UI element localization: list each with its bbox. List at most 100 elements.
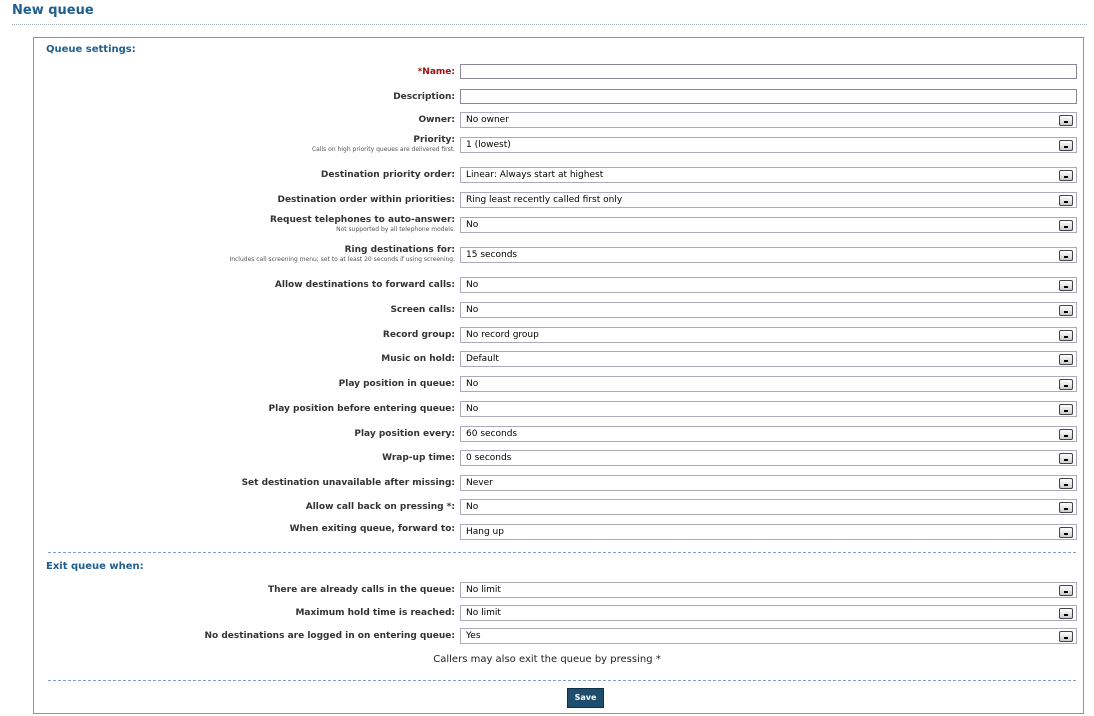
auto-answer-row: Request telephones to auto-answer: Not su… [0,215,1094,234]
play-position-every-row: Play position every: 60 seconds [0,426,1094,443]
exit-forward-select[interactable]: Hang up [460,524,1077,540]
play-position-every-label: Play position every: [354,429,455,439]
chevron-down-icon[interactable] [1059,354,1073,365]
call-back-value: No [466,502,479,512]
save-button[interactable]: Save [567,688,604,708]
chevron-down-icon[interactable] [1059,429,1073,440]
unavailable-after-label: Set destination unavailable after missin… [241,478,455,488]
allow-forward-value: No [466,280,479,290]
call-back-select[interactable]: No [460,499,1077,515]
chevron-down-icon[interactable] [1059,195,1073,206]
play-position-select[interactable]: No [460,376,1077,392]
section-divider [48,680,1076,681]
chevron-down-icon[interactable] [1059,453,1073,464]
chevron-down-icon[interactable] [1059,585,1073,596]
ring-for-select[interactable]: 15 seconds [460,247,1077,263]
calls-in-queue-label: There are already calls in the queue: [268,585,455,595]
max-hold-select[interactable]: No limit [460,605,1077,621]
play-position-before-select[interactable]: No [460,401,1077,417]
priority-label: Priority: [413,135,455,145]
chevron-down-icon[interactable] [1059,220,1073,231]
calls-in-queue-select[interactable]: No limit [460,582,1077,598]
chevron-down-icon[interactable] [1059,330,1073,341]
chevron-down-icon[interactable] [1059,170,1073,181]
max-hold-value: No limit [466,608,501,618]
chevron-down-icon[interactable] [1059,608,1073,619]
record-group-row: Record group: No record group [0,327,1094,344]
name-label: *Name: [417,67,455,77]
chevron-down-icon[interactable] [1059,379,1073,390]
screen-calls-label: Screen calls: [390,305,455,315]
allow-forward-row: Allow destinations to forward calls: No [0,277,1094,294]
chevron-down-icon[interactable] [1059,527,1073,538]
ring-for-hint: Includes call screening menu; set to at … [229,256,455,263]
wrap-up-label: Wrap-up time: [382,453,455,463]
chevron-down-icon[interactable] [1059,502,1073,513]
wrap-up-select[interactable]: 0 seconds [460,450,1077,466]
play-position-row: Play position in queue: No [0,376,1094,393]
page-title: New queue [12,3,94,18]
exit-forward-value: Hang up [466,527,504,537]
screen-calls-value: No [466,305,479,315]
exit-forward-row: When exiting queue, forward to: Hang up [0,523,1094,540]
destination-order-within-label: Destination order within priorities: [277,195,455,205]
call-back-row: Allow call back on pressing *: No [0,499,1094,516]
destination-order-within-value: Ring least recently called first only [466,195,623,205]
play-position-label: Play position in queue: [338,379,455,389]
auto-answer-hint: Not supported by all telephone models. [336,226,455,233]
play-position-before-row: Play position before entering queue: No [0,401,1094,418]
chevron-down-icon[interactable] [1059,305,1073,316]
play-position-value: No [466,379,479,389]
exit-queue-heading: Exit queue when: [46,561,144,572]
destination-order-within-select[interactable]: Ring least recently called first only [460,192,1077,208]
wrap-up-row: Wrap-up time: 0 seconds [0,450,1094,467]
chevron-down-icon[interactable] [1059,404,1073,415]
max-hold-row: Maximum hold time is reached: No limit [0,605,1094,622]
play-position-every-select[interactable]: 60 seconds [460,426,1077,442]
music-on-hold-value: Default [466,354,499,364]
call-back-label: Allow call back on pressing *: [305,502,455,512]
record-group-select[interactable]: No record group [460,327,1077,343]
screen-calls-row: Screen calls: No [0,302,1094,319]
music-on-hold-row: Music on hold: Default [0,351,1094,368]
no-destinations-value: Yes [466,631,481,641]
destination-order-within-row: Destination order within priorities: Rin… [0,192,1094,209]
chevron-down-icon[interactable] [1059,140,1073,151]
unavailable-after-row: Set destination unavailable after missin… [0,475,1094,492]
priority-row: Priority: Calls on high priority queues a… [0,135,1094,154]
priority-hint: Calls on high priority queues are delive… [311,146,455,153]
calls-in-queue-value: No limit [466,585,501,595]
play-position-before-value: No [466,404,479,414]
record-group-label: Record group: [382,330,455,340]
no-destinations-row: No destinations are logged in on enterin… [0,628,1094,645]
play-position-before-label: Play position before entering queue: [268,404,455,414]
name-field[interactable] [460,64,1077,79]
owner-value: No owner [466,115,509,125]
ring-for-row: Ring destinations for: Includes call scre… [0,245,1094,264]
section-divider [48,552,1076,553]
unavailable-after-select[interactable]: Never [460,475,1077,491]
exit-note: Callers may also exit the queue by press… [433,654,661,665]
allow-forward-select[interactable]: No [460,277,1077,293]
play-position-every-value: 60 seconds [466,429,518,439]
description-field[interactable] [460,89,1077,104]
screen-calls-select[interactable]: No [460,302,1077,318]
description-label: Description: [393,92,455,102]
wrap-up-value: 0 seconds [466,453,512,463]
calls-in-queue-row: There are already calls in the queue: No… [0,582,1094,599]
chevron-down-icon[interactable] [1059,250,1073,261]
music-on-hold-select[interactable]: Default [460,351,1077,367]
auto-answer-select[interactable]: No [460,217,1077,233]
name-row: *Name: [0,64,1094,81]
chevron-down-icon[interactable] [1059,478,1073,489]
description-row: Description: [0,89,1094,106]
chevron-down-icon[interactable] [1059,115,1073,126]
chevron-down-icon[interactable] [1059,280,1073,291]
chevron-down-icon[interactable] [1059,631,1073,642]
priority-select[interactable]: 1 (lowest) [460,137,1077,153]
destination-priority-order-select[interactable]: Linear: Always start at highest [460,167,1077,183]
auto-answer-label: Request telephones to auto-answer: [269,215,455,225]
allow-forward-label: Allow destinations to forward calls: [274,280,455,290]
no-destinations-select[interactable]: Yes [460,628,1077,644]
owner-select[interactable]: No owner [460,112,1077,128]
